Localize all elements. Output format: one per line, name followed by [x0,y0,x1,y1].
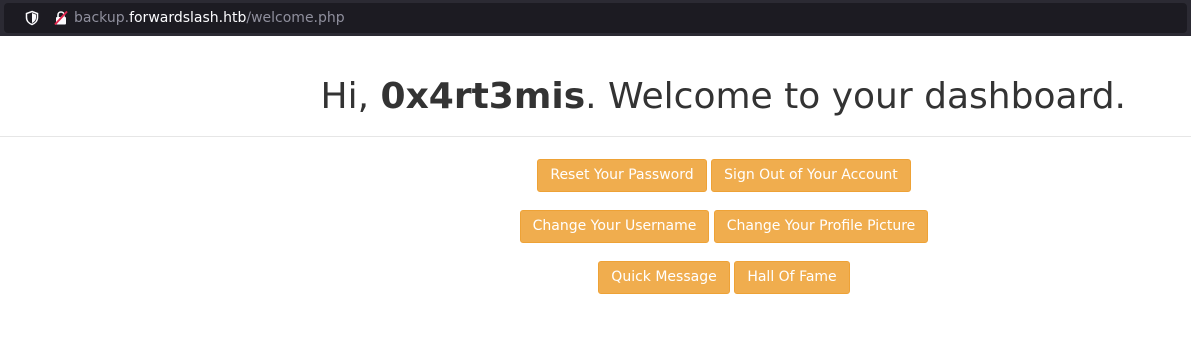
greeting-prefix: Hi, [320,76,381,117]
url-host: forwardslash.htb [129,10,247,26]
url-text[interactable]: backup.forwardslash.htb/welcome.php [74,9,345,27]
browser-toolbar: backup.forwardslash.htb/welcome.php [0,0,1191,36]
change-profile-picture-button[interactable]: Change Your Profile Picture [714,210,928,243]
hall-of-fame-button[interactable]: Hall Of Fame [734,261,850,294]
url-subdomain: backup. [74,10,130,26]
page-header: Hi, 0x4rt3mis. Welcome to your dashboard… [0,36,1191,137]
reset-password-button[interactable]: Reset Your Password [537,159,707,192]
quick-message-button[interactable]: Quick Message [598,261,730,294]
shield-icon[interactable] [24,10,40,26]
sign-out-button[interactable]: Sign Out of Your Account [711,159,911,192]
insecure-lock-icon[interactable] [53,10,69,26]
address-bar[interactable]: backup.forwardslash.htb/welcome.php [4,3,1187,33]
welcome-heading: Hi, 0x4rt3mis. Welcome to your dashboard… [321,75,1126,119]
page-content: Hi, 0x4rt3mis. Welcome to your dashboard… [0,36,1191,351]
change-username-button[interactable]: Change Your Username [520,210,709,243]
username: 0x4rt3mis [380,76,586,117]
url-path: /welcome.php [246,10,345,26]
greeting-suffix: . Welcome to your dashboard. [585,76,1126,117]
